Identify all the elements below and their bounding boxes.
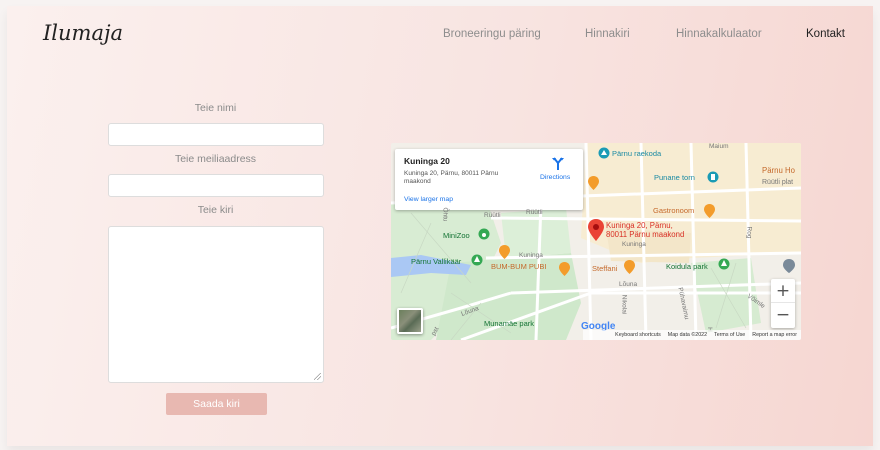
map-label-ohtu: Õhtu — [441, 207, 449, 222]
map-label-gastronoom: Gastronoom — [653, 206, 695, 215]
page: Ilumaja Broneeringu päring Hinnakiri Hin… — [7, 6, 873, 446]
map-label-punane-torn: Punane torn — [654, 173, 695, 182]
view-larger-map-link[interactable]: View larger map — [404, 196, 453, 203]
map-data-text: Map data ©2022 — [667, 332, 708, 338]
cafe-pin-icon[interactable] — [559, 262, 570, 276]
map-label-raekoda: Pärnu raekoda — [612, 149, 662, 158]
map-label-marker: Kuninga 20, Pärnu, 80011 Pärnu maakond — [606, 221, 685, 239]
satellite-layer-toggle[interactable] — [397, 308, 423, 334]
name-input[interactable] — [108, 123, 324, 146]
gastronoom-pin-icon[interactable] — [704, 204, 715, 218]
zoo-icon[interactable] — [478, 228, 490, 240]
tower-icon[interactable] — [707, 171, 719, 183]
map-label-steffani: Steffani — [592, 264, 618, 273]
map-label-maium: Maium — [709, 143, 729, 150]
main-nav: Broneeringu päring Hinnakiri Hinnakalkul… — [7, 28, 873, 44]
message-label: Teie kiri — [197, 204, 234, 216]
zoom-in-button[interactable]: + — [771, 279, 795, 303]
zoom-controls: + − — [771, 279, 795, 328]
map-label-minizoo: MiniZoo — [443, 231, 470, 240]
map-label-kuninga-street: Kuninga — [622, 241, 646, 248]
keyboard-shortcuts-link[interactable]: Keyboard shortcuts — [615, 332, 661, 338]
nav-hinnakalkulaator[interactable]: Hinnakalkulaator — [676, 28, 762, 40]
map-label-rogi: Rog — [745, 226, 753, 239]
message-textarea[interactable] — [108, 226, 324, 383]
map-label-vallikaar: Pärnu Vallikäär — [411, 257, 462, 266]
restaurant-pin-icon[interactable] — [588, 176, 599, 190]
shield-pin-icon[interactable] — [783, 259, 795, 273]
map-attribution: Keyboard shortcuts Map data ©2022 Terms … — [583, 330, 801, 340]
map-label-kuninga-street-2: Kuninga — [519, 252, 543, 259]
map-label-munamae: Munamäe park — [484, 319, 535, 328]
park-icon[interactable] — [471, 254, 483, 266]
resize-handle-icon[interactable] — [314, 373, 321, 380]
email-input[interactable] — [108, 174, 324, 197]
map-label-ruutli-2: Rüütli — [526, 209, 543, 216]
zoom-out-button[interactable]: − — [771, 303, 795, 327]
location-marker-icon[interactable] — [588, 219, 604, 241]
map-label-nikolai: Nikolai — [620, 294, 628, 315]
directions-icon[interactable] — [551, 157, 565, 171]
map-label-ruutli-plat: Rüütli plat — [762, 179, 794, 186]
pub-pin-icon[interactable] — [499, 245, 510, 259]
map-label-ruutli-1: Rüütli — [484, 212, 501, 219]
submit-button[interactable]: Saada kiri — [166, 393, 267, 415]
directions-link[interactable]: Directions — [540, 174, 570, 181]
name-label: Teie nimi — [194, 102, 237, 114]
map-label-louna: Lõuna — [619, 281, 638, 288]
place-name: Kuninga 20 — [404, 156, 450, 166]
nav-hinnakiri[interactable]: Hinnakiri — [585, 28, 630, 40]
place-info-card: Kuninga 20 Kuninga 20, Pärnu, 80011 Pärn… — [395, 149, 583, 210]
koidula-park-icon[interactable] — [718, 258, 730, 270]
steffani-pin-icon[interactable] — [624, 260, 635, 274]
terms-link[interactable]: Terms of Use — [714, 332, 745, 338]
landmark-icon[interactable] — [598, 147, 610, 159]
map-label-parnu-ho: Pärnu Ho — [762, 166, 795, 175]
nav-kontakt[interactable]: Kontakt — [806, 28, 845, 40]
nav-broneeringu-paring[interactable]: Broneeringu päring — [443, 28, 541, 40]
email-label: Teie meiliaadress — [174, 153, 257, 165]
embedded-map[interactable]: Kuninga 20 Kuninga 20, Pärnu, 80011 Pärn… — [391, 143, 801, 340]
map-label-bumbum: BUM-BUM PUBI — [491, 262, 547, 271]
place-address: Kuninga 20, Pärnu, 80011 Pärnu maakond — [404, 170, 499, 185]
report-error-link[interactable]: Report a map error — [752, 332, 797, 338]
map-label-koidula: Koidula park — [666, 262, 708, 271]
